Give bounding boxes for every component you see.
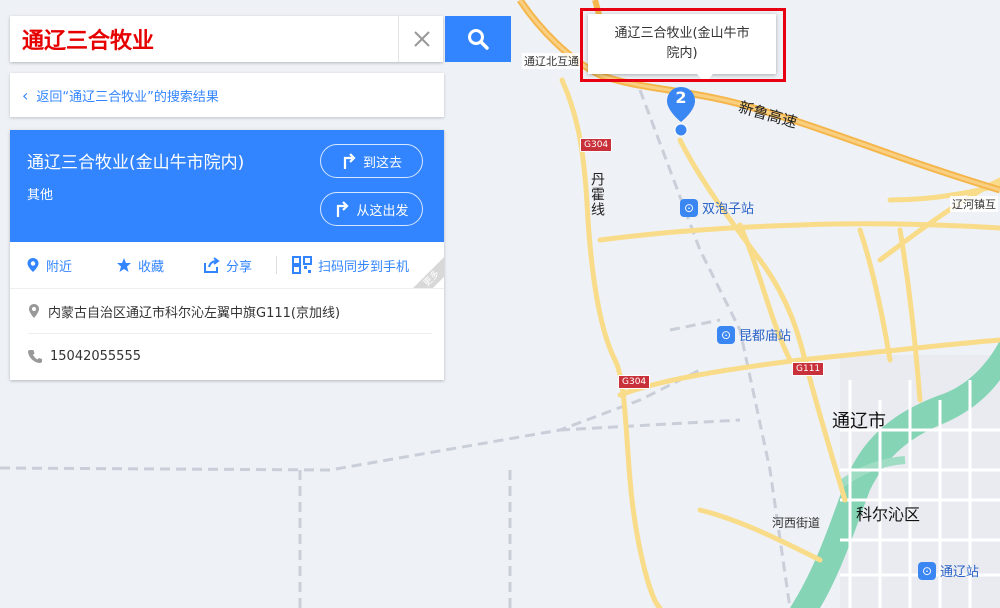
place-card: 通辽三合牧业(金山牛市院内) 其他 到这去 从这出发 附近 收藏 分享 扫码同步… xyxy=(10,130,444,380)
more-button[interactable]: 更多 xyxy=(405,252,444,288)
place-title: 通辽三合牧业(金山牛市院内) xyxy=(27,153,245,173)
popup-line-2: 院内) xyxy=(666,46,698,61)
marker-number: 2 xyxy=(675,88,687,107)
road-shield-g111: G111 xyxy=(792,362,825,376)
sync-to-phone-button[interactable]: 扫码同步到手机 xyxy=(292,256,409,275)
train-station-icon: ⊙ xyxy=(717,325,735,344)
location-pin-icon xyxy=(27,258,39,272)
address-text: 内蒙古自治区通辽市科尔沁左翼中旗G111(京加线) xyxy=(48,305,341,321)
popup-tail xyxy=(697,74,713,83)
place-category: 其他 xyxy=(27,188,54,203)
chevron-left-icon: ‹ xyxy=(22,85,29,105)
place-card-header: 通辽三合牧业(金山牛市院内) 其他 到这去 从这出发 xyxy=(10,130,444,242)
station-tongliao[interactable]: ⊙ 通辽站 xyxy=(918,561,979,580)
road-shield-g304: G304 xyxy=(580,138,613,152)
station-name: 昆都庙站 xyxy=(739,329,792,344)
map-label-street: 河西街道 xyxy=(772,516,821,530)
search-icon xyxy=(468,29,489,50)
action-bar: 附近 收藏 分享 扫码同步到手机 更多 xyxy=(10,242,444,289)
map-label-district[interactable]: 科尔沁区 xyxy=(856,501,920,525)
route-arrow-icon xyxy=(343,153,356,169)
back-to-results-link[interactable]: ‹ 返回“通辽三合牧业”的搜索结果 xyxy=(10,73,444,117)
station-name: 双泡子站 xyxy=(702,202,755,217)
depart-from-label: 从这出发 xyxy=(356,203,409,219)
station-shuangpaozi[interactable]: ⊙ 双泡子站 xyxy=(680,198,754,217)
map-label-railway: 丹霍线 xyxy=(589,172,605,217)
sync-label: 扫码同步到手机 xyxy=(318,259,410,275)
share-icon xyxy=(204,257,220,273)
close-icon xyxy=(413,31,430,47)
phone-icon xyxy=(28,350,42,363)
train-station-icon: ⊙ xyxy=(680,198,698,217)
favorite-label: 收藏 xyxy=(138,259,165,275)
share-label: 分享 xyxy=(226,259,253,275)
map-info-popup[interactable]: 通辽三合牧业(金山牛市 院内) xyxy=(588,14,776,74)
map-marker-pin[interactable]: 2 xyxy=(666,86,696,138)
station-kundumiao[interactable]: ⊙ 昆都庙站 xyxy=(717,325,791,344)
train-station-icon: ⊙ xyxy=(918,561,936,580)
map-label-city[interactable]: 通辽市 xyxy=(832,407,886,433)
star-icon xyxy=(117,258,131,272)
depart-arrow-icon xyxy=(337,201,350,217)
depart-from-button[interactable]: 从这出发 xyxy=(320,192,423,226)
map-label-liaohe-interchange: 辽河镇互 xyxy=(950,196,998,212)
phone-row: 15042055555 xyxy=(10,334,444,378)
popup-line-1: 通辽三合牧业(金山牛市 xyxy=(614,26,750,41)
go-here-button[interactable]: 到这去 xyxy=(320,144,423,178)
phone-text: 15042055555 xyxy=(50,348,141,364)
qr-code-icon xyxy=(292,256,312,274)
address-row: 内蒙古自治区通辽市科尔沁左翼中旗G111(京加线) xyxy=(10,289,444,333)
address-pin-icon xyxy=(29,304,39,318)
nearby-button[interactable]: 附近 xyxy=(26,256,72,275)
back-label: 返回“通辽三合牧业”的搜索结果 xyxy=(36,89,219,105)
station-name: 通辽站 xyxy=(940,565,980,580)
road-shield-g304: G304 xyxy=(618,375,651,389)
action-divider xyxy=(276,256,277,274)
search-box xyxy=(10,16,443,62)
search-input[interactable] xyxy=(10,16,398,62)
share-button[interactable]: 分享 xyxy=(203,256,252,275)
go-here-label: 到这去 xyxy=(362,155,402,171)
nearby-label: 附近 xyxy=(46,259,73,275)
clear-search-button[interactable] xyxy=(398,16,444,62)
search-button[interactable] xyxy=(445,16,511,62)
favorite-button[interactable]: 收藏 xyxy=(116,256,164,275)
map-label-north-interchange: 通辽北互通 xyxy=(522,53,581,69)
